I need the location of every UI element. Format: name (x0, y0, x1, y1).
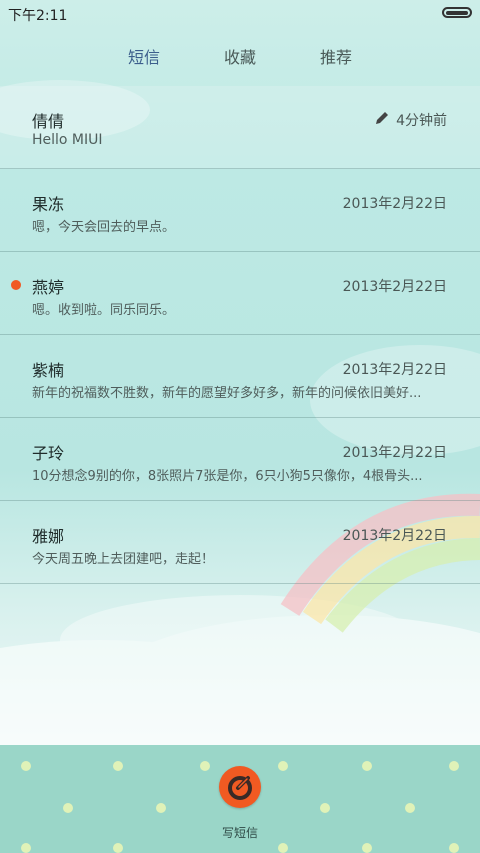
compose-icon (228, 776, 252, 800)
tab-recommended[interactable]: 推荐 (320, 44, 352, 68)
message-time: 2013年2月22日 (342, 528, 447, 544)
message-preview: 嗯。收到啦。同乐同乐。 (32, 303, 176, 318)
tab-messages[interactable]: 短信 (128, 44, 160, 68)
contact-name: 燕婷 (32, 278, 65, 297)
message-preview: Hello MIUI (32, 132, 103, 148)
conversation-row[interactable]: 紫楠 2013年2月22日 新年的祝福数不胜数，新年的愿望好多好多，新年的问候依… (0, 335, 480, 418)
conversation-row[interactable]: 燕婷 2013年2月22日 嗯。收到啦。同乐同乐。 (0, 252, 480, 335)
message-preview: 10分想念9别的你，8张照片7张是你，6只小狗5只像你，4根骨头... (32, 469, 423, 484)
message-preview: 今天周五晚上去团建吧，走起！ (32, 552, 215, 567)
unread-dot-icon (11, 280, 21, 290)
message-time: 2013年2月22日 (342, 196, 447, 212)
contact-name: 紫楠 (32, 361, 65, 380)
message-time: 2013年2月22日 (342, 279, 447, 295)
battery-icon (442, 7, 472, 18)
compose-label: 写短信 (221, 826, 258, 840)
pencil-icon (376, 112, 388, 124)
conversation-row[interactable]: 子玲 2013年2月22日 10分想念9别的你，8张照片7张是你，6只小狗5只像… (0, 418, 480, 501)
conversation-list: 倩倩 4分钟前 Hello MIUI 果冻 2013年2月22日 嗯，今天会回去… (0, 86, 480, 584)
status-bar: 下午2:11 (0, 0, 480, 28)
tab-favorites[interactable]: 收藏 (224, 44, 256, 68)
message-preview: 新年的祝福数不胜数，新年的愿望好多好多，新年的问候依旧美好... (32, 386, 422, 401)
contact-name: 倩倩 (32, 112, 65, 131)
conversation-row[interactable]: 雅娜 2013年2月22日 今天周五晚上去团建吧，走起！ (0, 501, 480, 584)
contact-name: 雅娜 (32, 527, 65, 546)
tab-bar: 短信 收藏 推荐 (0, 28, 480, 88)
status-time: 下午2:11 (8, 8, 68, 24)
conversation-row[interactable]: 果冻 2013年2月22日 嗯，今天会回去的早点。 (0, 169, 480, 252)
contact-name: 子玲 (32, 444, 65, 463)
message-time: 4分钟前 (396, 113, 447, 129)
compose-button[interactable] (219, 766, 261, 808)
conversation-row[interactable]: 倩倩 4分钟前 Hello MIUI (0, 86, 480, 169)
contact-name: 果冻 (32, 195, 65, 214)
message-preview: 嗯，今天会回去的早点。 (32, 220, 176, 235)
message-time: 2013年2月22日 (342, 362, 447, 378)
message-time: 2013年2月22日 (342, 445, 447, 461)
